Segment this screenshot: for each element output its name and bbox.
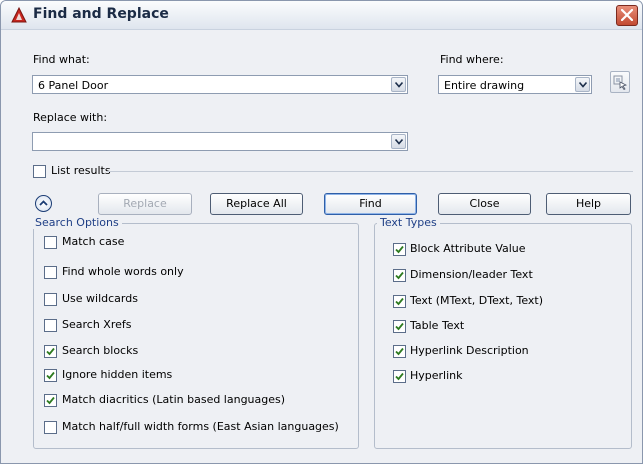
match-case-checkbox[interactable] [44, 236, 57, 249]
text-mtext-checkbox[interactable] [393, 295, 406, 308]
text-types-legend: Text Types [377, 216, 440, 229]
find-where-combo[interactable]: Entire drawing [438, 75, 592, 94]
block-attribute-label: Block Attribute Value [410, 242, 526, 255]
separator-line [107, 171, 633, 172]
find-what-combo[interactable]: 6 Panel Door [32, 75, 408, 94]
list-results-checkbox[interactable] [33, 165, 46, 178]
select-objects-icon [613, 75, 628, 90]
find-button[interactable]: Find [324, 193, 417, 215]
find-where-value: Entire drawing [444, 79, 525, 92]
dimension-leader-label: Dimension/leader Text [410, 268, 533, 281]
hyperlink-description-label: Hyperlink Description [410, 344, 529, 357]
list-results-label: List results [51, 164, 111, 177]
table-text-checkbox[interactable] [393, 320, 406, 333]
close-window-button[interactable] [616, 5, 638, 26]
collapse-options-button[interactable] [35, 195, 52, 212]
checkmark-icon [395, 271, 404, 280]
replace-with-combo[interactable] [32, 132, 408, 151]
search-xrefs-checkbox[interactable] [44, 319, 57, 332]
search-xrefs-label: Search Xrefs [62, 318, 132, 331]
use-wildcards-checkbox[interactable] [44, 293, 57, 306]
chevron-down-icon [579, 82, 587, 88]
window-title: Find and Replace [33, 6, 169, 22]
match-case-label: Match case [62, 235, 125, 248]
find-replace-dialog: Find and Replace Find what: 6 Panel Door… [0, 0, 643, 464]
dialog-body: Find what: 6 Panel Door Find where: Enti… [1, 30, 642, 463]
text-types-group: Text Types [374, 216, 632, 449]
table-text-label: Table Text [410, 319, 465, 332]
checkmark-icon [395, 322, 404, 331]
search-options-group: Search Options [32, 216, 359, 449]
checkmark-icon [46, 347, 55, 356]
close-icon [621, 9, 633, 21]
help-button[interactable]: Help [546, 193, 631, 215]
match-width-forms-label: Match half/full width forms (East Asian … [62, 420, 339, 433]
text-mtext-label: Text (MText, DText, Text) [410, 294, 544, 307]
checkmark-icon [46, 371, 55, 380]
use-wildcards-label: Use wildcards [62, 292, 138, 305]
replace-with-label: Replace with: [33, 111, 108, 124]
dimension-leader-checkbox[interactable] [393, 269, 406, 282]
find-what-label: Find what: [33, 53, 90, 66]
checkmark-icon [395, 347, 404, 356]
replace-with-dropdown-button[interactable] [391, 134, 406, 149]
match-diacritics-label: Match diacritics (Latin based languages) [62, 393, 286, 406]
replace-button[interactable]: Replace [98, 193, 192, 215]
find-what-dropdown-button[interactable] [391, 77, 406, 92]
match-width-forms-checkbox[interactable] [44, 421, 57, 434]
search-blocks-label: Search blocks [62, 344, 139, 357]
ignore-hidden-label: Ignore hidden items [62, 368, 173, 381]
replace-all-button[interactable]: Replace All [210, 193, 303, 215]
checkmark-icon [46, 396, 55, 405]
whole-words-checkbox[interactable] [44, 266, 57, 279]
match-diacritics-checkbox[interactable] [44, 394, 57, 407]
search-options-legend: Search Options [32, 216, 122, 229]
find-where-dropdown-button[interactable] [575, 77, 590, 92]
hyperlink-checkbox[interactable] [393, 370, 406, 383]
checkmark-icon [395, 297, 404, 306]
whole-words-label: Find whole words only [62, 265, 184, 278]
find-what-value: 6 Panel Door [38, 79, 109, 92]
checkmark-icon [395, 372, 404, 381]
checkmark-icon [395, 245, 404, 254]
autocad-app-icon [11, 7, 27, 23]
collapse-options-icon [39, 200, 48, 206]
find-where-label: Find where: [440, 53, 504, 66]
block-attribute-checkbox[interactable] [393, 243, 406, 256]
hyperlink-description-checkbox[interactable] [393, 345, 406, 358]
title-bar: Find and Replace [1, 1, 642, 30]
hyperlink-label: Hyperlink [410, 369, 463, 382]
chevron-down-icon [395, 139, 403, 145]
close-button[interactable]: Close [438, 193, 531, 215]
select-objects-button[interactable] [610, 71, 630, 93]
search-blocks-checkbox[interactable] [44, 345, 57, 358]
ignore-hidden-checkbox[interactable] [44, 369, 57, 382]
chevron-down-icon [395, 82, 403, 88]
